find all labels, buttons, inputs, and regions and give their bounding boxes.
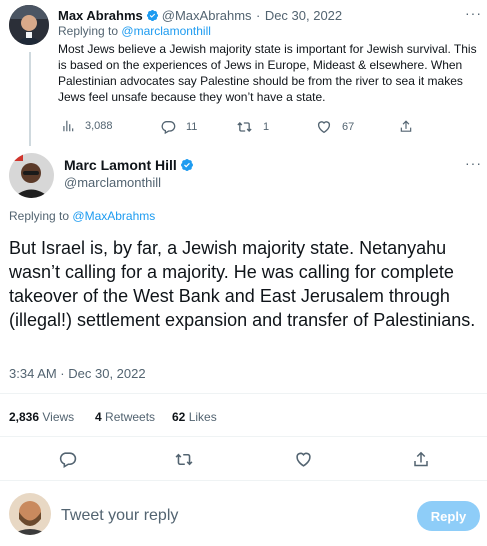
views-count: 2,836 <box>9 410 40 424</box>
main-author-name[interactable]: Marc Lamont Hill <box>64 157 177 173</box>
parent-author-name[interactable]: Max Abrahms <box>58 8 143 23</box>
avatar-photo-icon <box>9 5 49 45</box>
divider <box>0 436 487 437</box>
heart-icon <box>296 452 311 467</box>
main-reply-button[interactable] <box>58 450 77 474</box>
parent-retweet-action[interactable]: 1 <box>236 119 269 135</box>
header-separator: · <box>256 8 261 23</box>
replying-handle-link[interactable]: @marclamonthill <box>121 24 211 38</box>
stats-row: 2,836 Views <box>9 410 74 424</box>
reply-bubble-icon <box>161 121 176 135</box>
views-label: Views <box>42 410 75 424</box>
views-chart-icon <box>63 120 74 132</box>
main-more-options-icon[interactable]: ··· <box>465 155 482 171</box>
parent-tweet-date[interactable]: Dec 30, 2022 <box>265 8 342 23</box>
reply-input[interactable]: Tweet your reply <box>61 507 178 525</box>
replying-prefix: Replying to <box>9 209 70 223</box>
parent-views-count: 3,088 <box>85 120 113 132</box>
verified-badge-icon <box>146 9 158 22</box>
parent-tweet-text: Most Jews believe a Jewish majority stat… <box>58 42 477 104</box>
parent-tweet-header: Max Abrahms @MaxAbrahms · Dec 30, 2022 <box>58 7 342 25</box>
reply-bubble-icon <box>59 452 77 469</box>
replying-handle-link[interactable]: @MaxAbrahms <box>72 209 155 223</box>
thread-connector-line <box>29 52 31 146</box>
parent-reply-count: 11 <box>186 121 198 133</box>
views-stat[interactable]: 2,836 Views <box>9 410 74 424</box>
retweets-count: 4 <box>95 410 102 424</box>
likes-stat[interactable]: 62 Likes <box>172 410 217 424</box>
verified-badge-icon <box>180 159 193 171</box>
main-tweet-timestamp[interactable]: 3:34 AM · Dec 30, 2022 <box>9 366 146 381</box>
main-share-button[interactable] <box>412 450 430 474</box>
retweet-icon <box>175 453 193 466</box>
avatar-photo-icon <box>9 493 51 535</box>
avatar-max-abrahms[interactable] <box>9 5 49 45</box>
main-like-button[interactable] <box>294 450 313 474</box>
heart-icon <box>317 121 331 134</box>
reply-submit-button[interactable]: Reply <box>417 501 480 531</box>
likes-count: 62 <box>172 410 186 424</box>
parent-share-action[interactable] <box>399 119 423 134</box>
divider <box>0 480 487 481</box>
main-replying-to: Replying to @MaxAbrahms <box>9 209 155 223</box>
main-retweet-button[interactable] <box>174 450 194 474</box>
main-author-handle[interactable]: @marclamonthill <box>64 175 161 190</box>
likes-label: Likes <box>188 410 217 424</box>
main-tweet-header: Marc Lamont Hill <box>64 157 197 175</box>
parent-views-action[interactable]: 3,088 <box>61 119 113 133</box>
avatar-current-user[interactable] <box>9 493 51 535</box>
parent-more-options-icon[interactable]: ··· <box>465 5 482 21</box>
parent-reply-action[interactable]: 11 <box>160 119 197 135</box>
parent-author-handle[interactable]: @MaxAbrahms <box>162 8 252 23</box>
main-tweet-text: But Israel is, by far, a Jewish majority… <box>9 238 476 330</box>
parent-retweet-count: 1 <box>263 121 270 133</box>
parent-like-count: 67 <box>342 121 355 133</box>
retweet-icon <box>237 122 252 132</box>
retweets-label: Retweets <box>105 410 156 424</box>
share-icon <box>400 120 412 132</box>
share-icon <box>414 451 428 467</box>
parent-replying-to: Replying to @marclamonthill <box>58 24 211 38</box>
parent-like-action[interactable]: 67 <box>316 119 354 135</box>
avatar-photo-icon <box>9 153 54 198</box>
avatar-marc-lamont-hill[interactable] <box>9 153 54 198</box>
replying-prefix: Replying to <box>58 24 119 38</box>
divider <box>0 393 487 394</box>
retweets-stat[interactable]: 4 Retweets <box>95 410 155 424</box>
